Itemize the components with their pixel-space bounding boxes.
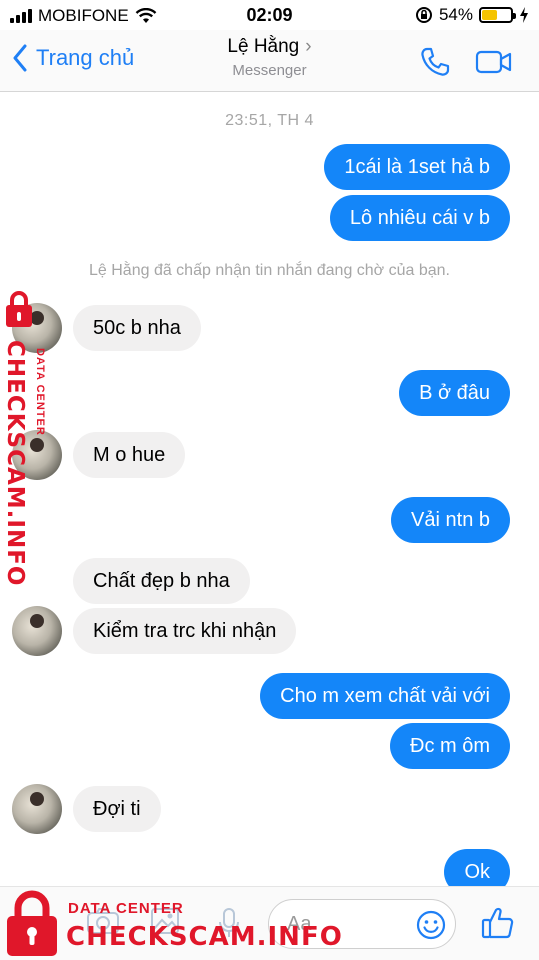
system-note: Lệ Hằng đã chấp nhận tin nhắn đang chờ c… <box>89 262 450 279</box>
video-call-icon[interactable] <box>475 49 513 75</box>
chevron-right-icon: › <box>305 36 312 57</box>
watermark-vertical: CHECKSCAM.INFO DATA CENTER <box>2 290 46 586</box>
thumbs-up-icon[interactable] <box>480 905 516 941</box>
message-bubble-outgoing[interactable]: B ở đâu <box>399 370 510 416</box>
watermark-main-text: CHECKSCAM.INFO <box>66 922 343 952</box>
watermark-small-text: DATA CENTER <box>34 348 46 436</box>
message-timestamp: 23:51, TH 4 <box>225 112 314 129</box>
message-bubble-incoming[interactable]: Đợi ti <box>73 786 161 832</box>
message-bubble-outgoing[interactable]: Cho m xem chất vải với <box>260 673 510 719</box>
contact-name: Lệ Hằng <box>227 36 300 57</box>
header-actions <box>419 46 513 78</box>
battery-percent: 54% <box>438 5 473 24</box>
message-bubble-outgoing[interactable]: 1cái là 1set hả b <box>324 144 510 190</box>
watermark-main-text: CHECKSCAM.INFO <box>2 340 28 587</box>
watermark-small-text: DATA CENTER <box>68 900 184 917</box>
phone-icon[interactable] <box>419 46 451 78</box>
battery-icon <box>479 7 516 23</box>
watermark-bottom: DATA CENTER CHECKSCAM.INFO <box>4 888 342 960</box>
battery-fill <box>482 10 498 20</box>
message-list[interactable]: 23:51, TH 4 1cái là 1set hả b Lô nhiêu c… <box>0 92 539 895</box>
conversation-header: Trang chủ Lệ Hằng › Messenger <box>0 30 539 92</box>
orientation-lock-icon <box>415 7 432 23</box>
status-right: 54% <box>415 5 529 25</box>
message-bubble-incoming[interactable]: Chất đẹp b nha <box>73 558 250 604</box>
lock-icon <box>7 890 57 956</box>
message-bubble-outgoing[interactable]: Đc m ôm <box>390 723 510 769</box>
contact-avatar[interactable] <box>12 784 62 834</box>
message-bubble-incoming[interactable]: Kiểm tra trc khi nhận <box>73 608 297 654</box>
contact-avatar[interactable] <box>12 606 62 656</box>
status-bar: MOBIFONE 02:09 54% <box>0 0 539 30</box>
message-bubble-incoming[interactable]: 50c b nha <box>73 305 201 351</box>
message-bubble-incoming[interactable]: M o hue <box>73 432 186 478</box>
emoji-icon[interactable] <box>415 909 447 941</box>
charging-icon <box>520 7 528 23</box>
lock-icon <box>6 291 32 327</box>
message-bubble-outgoing[interactable]: Vải ntn b <box>391 497 510 543</box>
message-bubble-outgoing[interactable]: Lô nhiêu cái v b <box>329 195 510 241</box>
